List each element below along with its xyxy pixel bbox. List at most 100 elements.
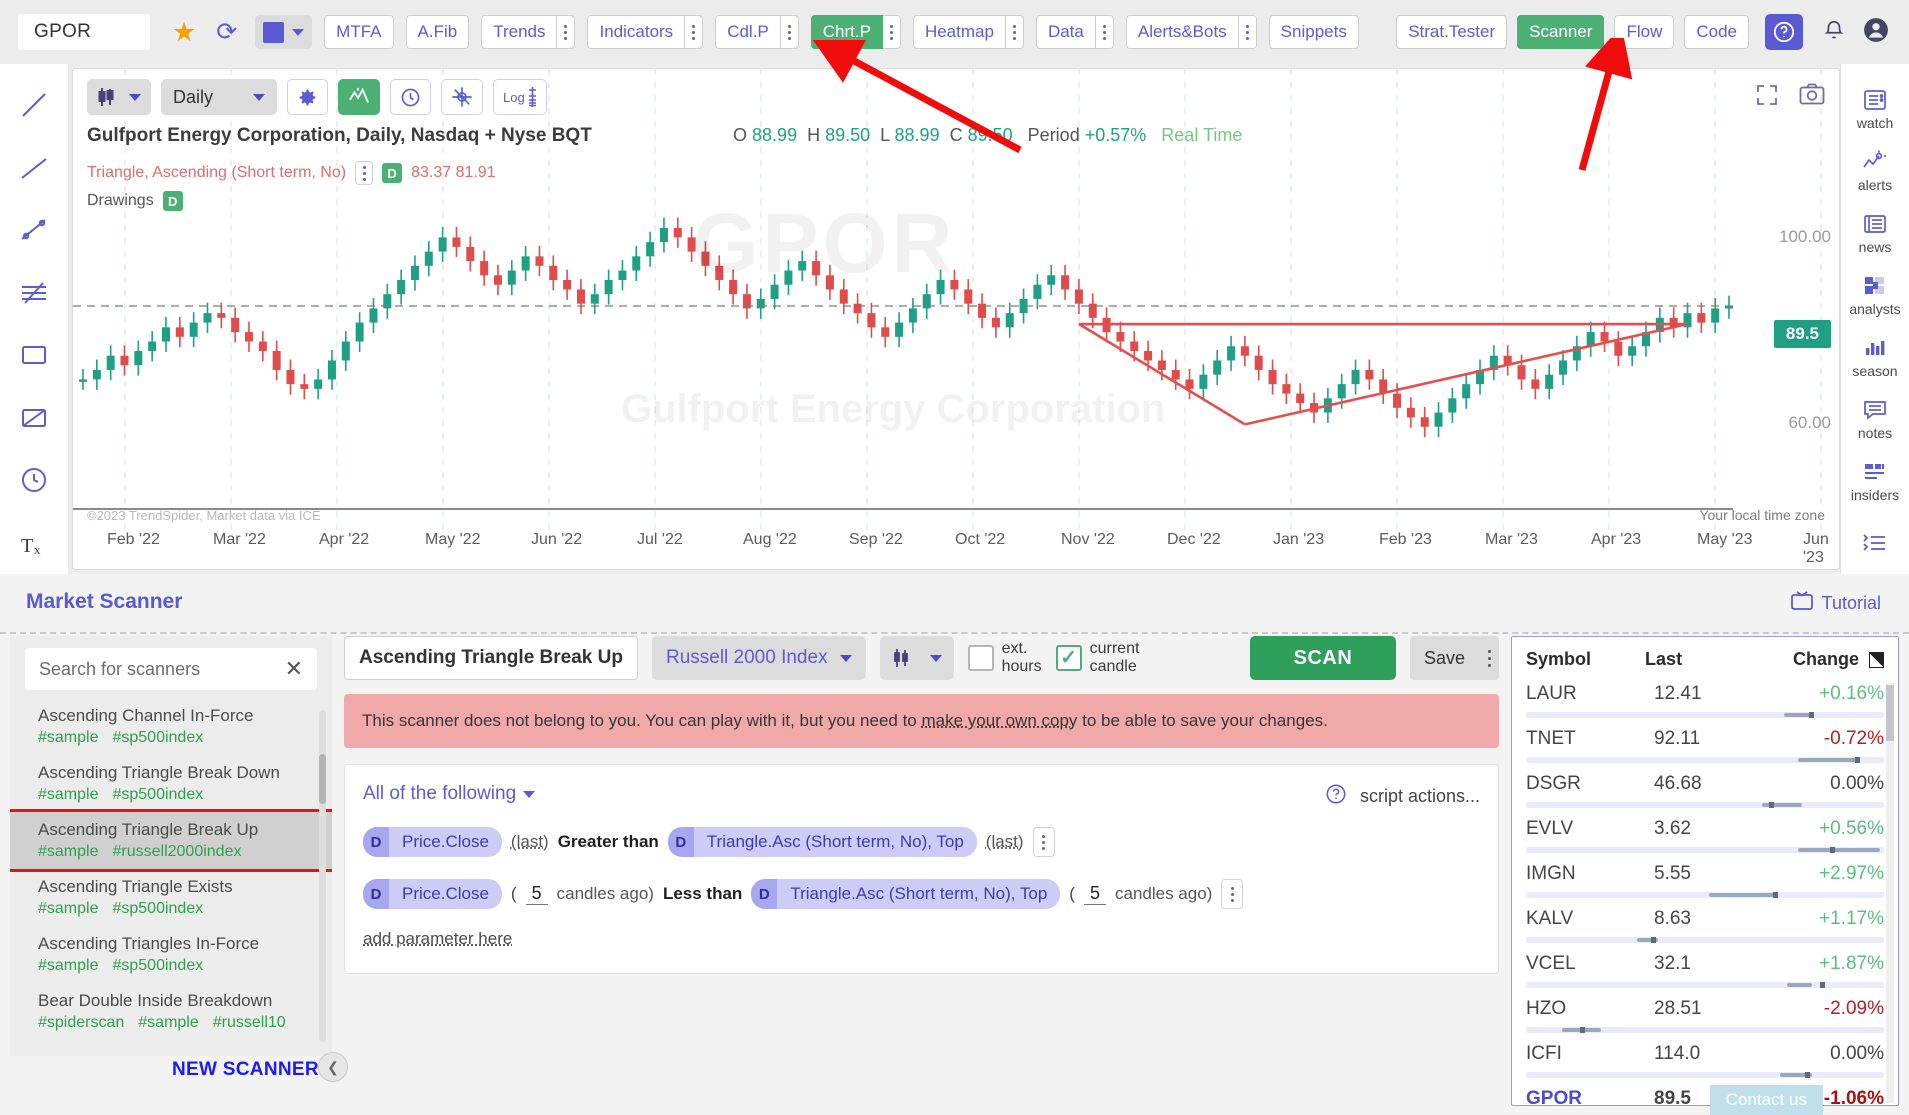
scanner-item-tag[interactable]: #sp500index [112,900,203,917]
rail-item-alerts[interactable]: alerts [1842,140,1908,202]
rectangle-tool-icon[interactable] [4,324,64,387]
column-header-symbol[interactable]: Symbol [1526,649,1645,670]
script-actions-label[interactable]: script actions... [1360,786,1480,807]
scanner-item-tag[interactable]: #sp500index [112,786,203,803]
scanner-item-tag[interactable]: #sample [38,900,98,917]
save-options-kebab-icon[interactable] [1479,636,1499,680]
ext-hours-checkbox[interactable]: ext. hours [967,640,1042,675]
scan-button[interactable]: SCAN [1249,636,1396,680]
universe-select[interactable]: Russell 2000 Index [651,636,866,680]
top-button-kebab-icon[interactable] [1005,15,1024,49]
top-button-snippets[interactable]: Snippets [1268,15,1359,49]
scanner-list-item[interactable]: Ascending Channel In-Force #sample #sp500i… [10,698,332,755]
help-button[interactable] [1765,14,1803,50]
rule1-kebab-icon[interactable] [1032,827,1055,857]
rule2-left-value[interactable]: 5 [525,883,548,905]
scanner-list-scroll-thumb[interactable] [319,754,326,804]
result-row[interactable]: VCEL 32.1 +1.87% [1512,948,1898,988]
rule1-left-suffix[interactable]: (last) [511,832,549,852]
top-button-kebab-icon[interactable] [780,15,799,49]
result-row[interactable]: EVLV 3.62 +0.56% [1512,813,1898,853]
top-button-chrt-p[interactable]: Chrt.P [810,15,883,49]
scanner-item-tag[interactable]: #sample [38,957,98,974]
top-button-data[interactable]: Data [1035,15,1096,49]
results-scroll-thumb[interactable] [1886,685,1894,741]
gear-icon[interactable] [287,79,329,115]
scanner-item-tag[interactable]: #spiderscan [38,1014,124,1031]
column-header-change[interactable]: Change [1757,649,1859,670]
clock-icon[interactable] [390,79,432,115]
top-button-strat-tester[interactable]: Strat.Tester [1396,15,1508,49]
rail-item-notes[interactable]: notes [1842,388,1908,450]
scanner-item-tag[interactable]: #sample [138,1014,198,1031]
price-chart-panel[interactable]: Daily Log GPOR Gulfport Energy Corporati… [72,68,1840,570]
top-button-kebab-icon[interactable] [557,15,576,49]
make-your-own-copy-link[interactable]: make your own copy [922,711,1078,730]
scanner-item-tag[interactable]: #sp500index [112,957,203,974]
result-row[interactable]: ICFI 114.0 0.00% [1512,1038,1898,1078]
collapse-panel-button[interactable]: ❮ [318,1052,348,1082]
top-button-mtfa[interactable]: MTFA [324,15,394,49]
scanner-item-tag[interactable]: #russell10 [213,1014,286,1031]
top-button-heatmap[interactable]: Heatmap [912,15,1006,49]
tutorial-link[interactable]: Tutorial [1790,591,1881,616]
top-button-cdl-p[interactable]: Cdl.P [715,15,781,49]
scanner-list-item[interactable]: Ascending Triangles In-Force #sample #sp50… [10,926,332,983]
new-scanner-button[interactable]: NEW SCANNER [172,1059,319,1081]
result-row[interactable]: DSGR 46.68 0.00% [1512,768,1898,808]
rule1-right-suffix[interactable]: (last) [986,832,1024,852]
result-row[interactable]: GPOR 89.5 -1.06% [1512,1083,1898,1105]
star-icon[interactable]: ★ [172,18,196,46]
result-row[interactable]: HZO 28.51 -2.09% [1512,993,1898,1033]
top-button-flow[interactable]: Flow [1614,15,1675,49]
rule2-right-value[interactable]: 5 [1083,883,1106,905]
rule1-left-operand[interactable]: D Price.Close [363,827,502,857]
rule2-right-operand[interactable]: D Triangle.Asc (Short term, No), Top [751,879,1061,909]
top-button-kebab-icon[interactable] [1238,15,1257,49]
rule2-operator[interactable]: Less than [663,884,742,904]
column-header-last[interactable]: Last [1645,649,1757,670]
scanner-item-tag[interactable]: #sp500index [112,729,203,746]
account-avatar[interactable] [1863,17,1889,48]
top-button-scanner[interactable]: Scanner [1517,15,1605,49]
timeframe-select[interactable]: Daily [161,79,278,115]
combinator-select[interactable]: All of the following [363,783,536,805]
fib-tool-icon[interactable] [4,262,64,325]
rail-item-season[interactable]: season [1842,326,1908,388]
result-row[interactable]: KALV 8.63 +1.17% [1512,903,1898,943]
top-button-trends[interactable]: Trends [481,15,558,49]
scanner-item-tag[interactable]: #sample [38,843,98,860]
crosshair-icon[interactable] [441,79,484,115]
top-button-indicators[interactable]: Indicators [587,15,686,49]
rule2-kebab-icon[interactable] [1221,879,1244,909]
save-button[interactable]: Save [1409,636,1479,680]
top-button-a-fib[interactable]: A.Fib [405,15,470,49]
refresh-icon[interactable]: ⟳ [216,19,237,45]
contact-us-button[interactable]: Contact us [1709,1085,1823,1115]
result-row[interactable]: IMGN 5.55 +2.97% [1512,858,1898,898]
help-circle-icon[interactable] [1325,783,1347,810]
fullscreen-icon[interactable] [1755,83,1779,112]
scanner-timeframe-select[interactable] [879,636,954,680]
add-parameter-link[interactable]: add parameter here [363,929,512,949]
drawings-legend-row[interactable]: Drawings D [87,191,183,211]
scanner-item-tag[interactable]: #sample [38,786,98,803]
scanner-list-item[interactable]: Bear Double Inside Breakdown #spiderscan #… [10,983,332,1040]
top-button-kebab-icon[interactable] [1095,15,1114,49]
line-chart-icon[interactable] [338,79,381,115]
rule1-right-operand[interactable]: D Triangle.Asc (Short term, No), Top [667,827,977,857]
ray-tool-icon[interactable] [4,137,64,200]
trendline-tool-icon[interactable] [4,74,64,137]
rail-item-more[interactable] [1842,512,1908,574]
log-scale-toggle[interactable]: Log [493,79,547,115]
pattern-kebab-icon[interactable] [355,161,374,185]
scanner-list-item[interactable]: Ascending Triangle Exists #sample #sp500in… [10,869,332,926]
rule2-left-operand[interactable]: D Price.Close [363,879,502,909]
clock-tool-icon[interactable] [4,449,64,512]
bell-icon[interactable] [1823,18,1845,47]
measure-tool-icon[interactable] [4,387,64,450]
scanner-name-input[interactable]: Ascending Triangle Break Up [344,636,638,680]
chart-color-picker[interactable] [255,15,313,49]
rail-item-news[interactable]: news [1842,202,1908,264]
scanner-list-item[interactable]: Ascending Triangle Break Up #sample #russe… [10,809,332,872]
